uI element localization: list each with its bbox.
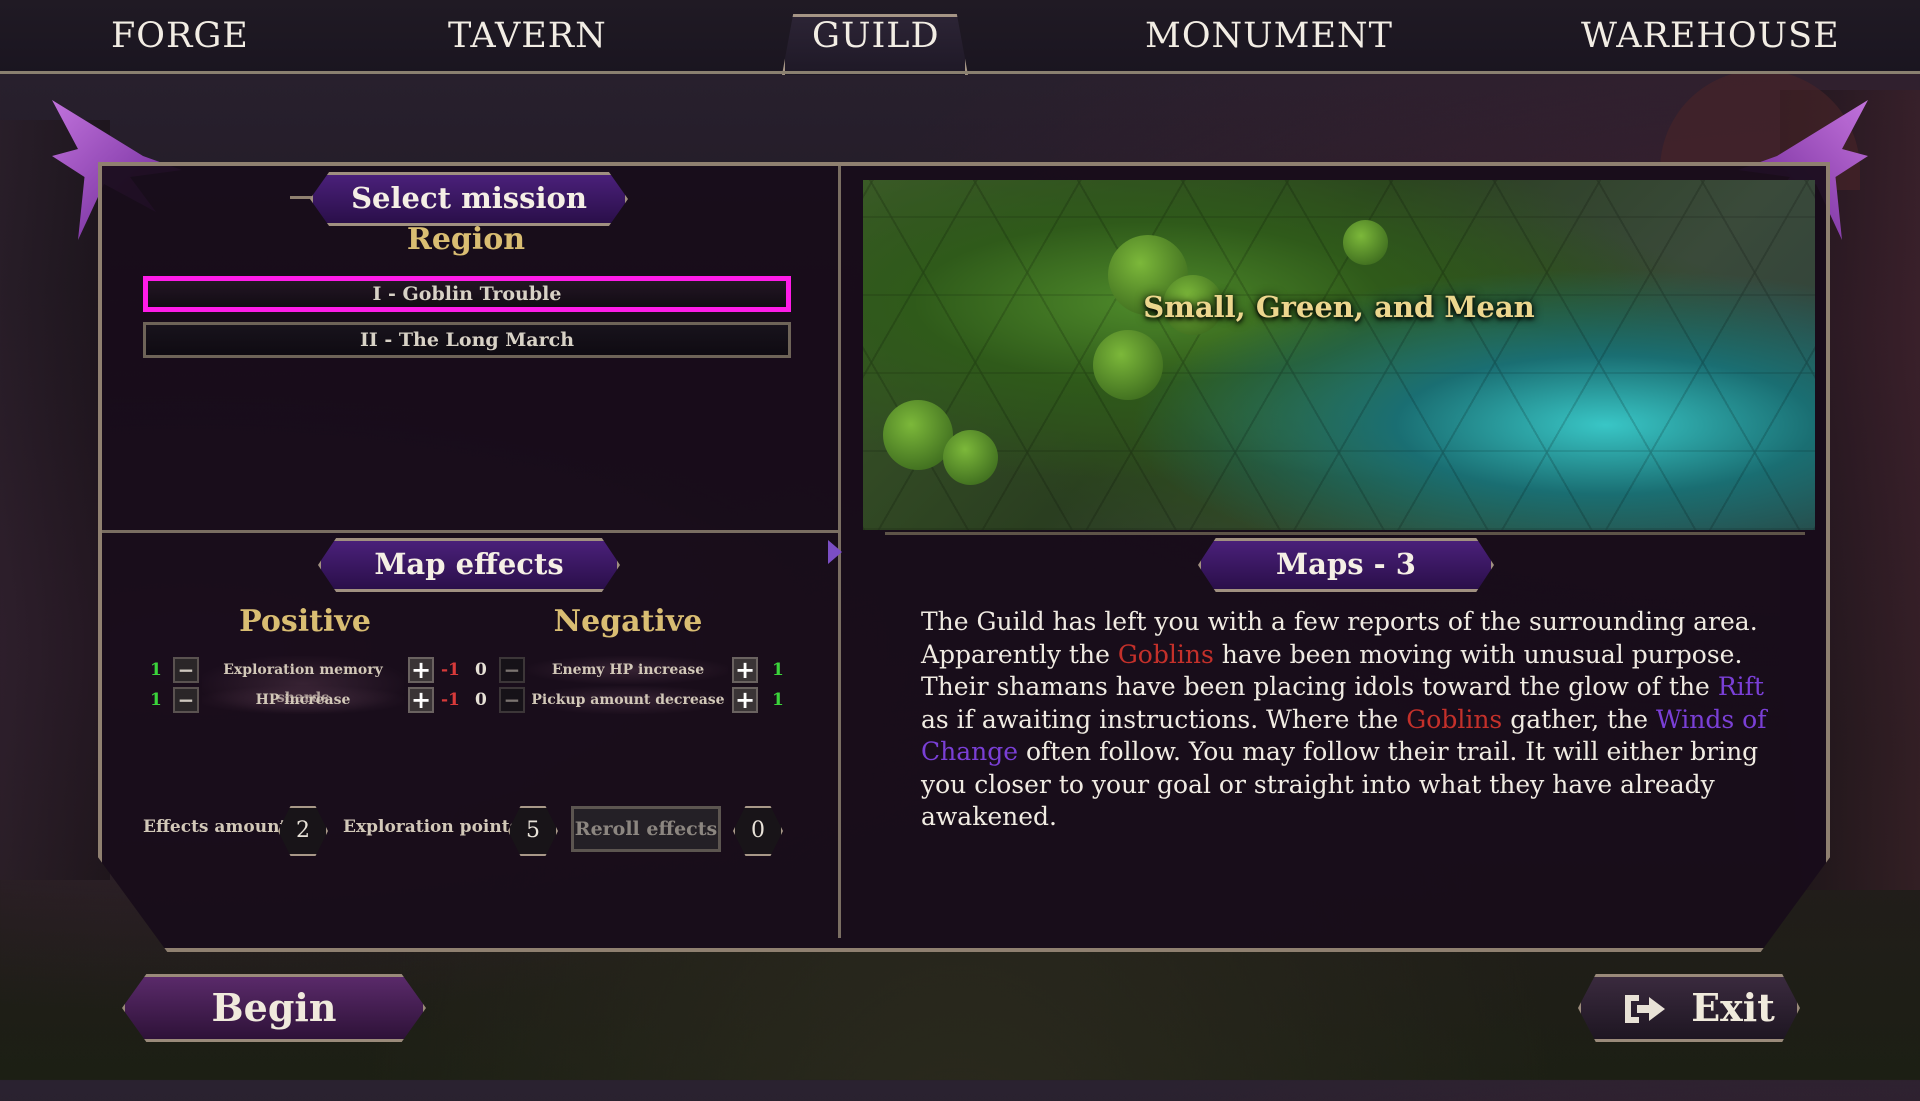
positive-count: 1 <box>150 660 162 680</box>
maps-header: Maps - 3 <box>1198 538 1494 592</box>
mission-goblin-trouble[interactable]: I - Goblin Trouble <box>143 276 791 312</box>
panel-divider-horizontal <box>102 530 838 533</box>
decrease-button[interactable]: − <box>173 687 199 713</box>
effect-modifier: 1 <box>772 690 784 710</box>
decrease-button[interactable]: − <box>499 687 525 713</box>
tab-warehouse[interactable]: WAREHOUSE <box>1581 16 1840 56</box>
map-preview-image: Small, Green, and Mean <box>863 180 1815 530</box>
exit-door-icon <box>1625 995 1665 1023</box>
hex-grid-texture <box>863 180 1815 530</box>
increase-button[interactable]: + <box>408 657 434 683</box>
negative-count: 0 <box>475 660 487 680</box>
tab-guild[interactable]: GUILD <box>812 16 940 56</box>
region-title: Region <box>406 222 526 257</box>
background-castle-left <box>0 120 110 880</box>
description-text: as if awaiting instructions. Where the <box>921 704 1407 734</box>
effect-hp-increase: HP increase <box>202 686 404 714</box>
begin-journey-button[interactable]: Begin Journey <box>122 974 426 1042</box>
keyword-rift: Rift <box>1717 672 1764 701</box>
exploration-points-label: Exploration points <box>343 817 520 837</box>
positive-title: Positive <box>239 604 371 639</box>
effect-modifier: -1 <box>441 690 460 710</box>
keyword-goblins: Goblins <box>1406 704 1503 734</box>
effect-pickup-amount-decrease: Pickup amount decrease <box>528 686 728 714</box>
tree <box>1343 220 1388 265</box>
mission-the-long-march[interactable]: II - The Long March <box>143 322 791 358</box>
reroll-effects-button[interactable]: Reroll effects <box>571 806 721 852</box>
decrease-button[interactable]: − <box>499 657 525 683</box>
exit-button[interactable]: Exit <box>1578 974 1800 1042</box>
tab-monument[interactable]: MONUMENT <box>1145 16 1393 56</box>
effect-modifier: 1 <box>772 660 784 680</box>
exit-label: Exit <box>1691 985 1775 1030</box>
increase-button[interactable]: + <box>408 687 434 713</box>
increase-button[interactable]: + <box>732 657 758 683</box>
top-navigation: FORGE TAVERN GUILD MONUMENT WAREHOUSE <box>0 0 1920 75</box>
description-text: often follow. You may follow their trail… <box>921 737 1759 831</box>
tab-tavern[interactable]: TAVERN <box>448 16 607 56</box>
positive-count: 1 <box>150 690 162 710</box>
keyword-goblins: Goblins <box>1117 639 1214 669</box>
tree <box>1093 330 1163 400</box>
increase-button[interactable]: + <box>732 687 758 713</box>
effects-amount-label: Effects amount <box>143 817 288 837</box>
decrease-button[interactable]: − <box>173 657 199 683</box>
map-effects-header: Map effects <box>318 538 620 592</box>
negative-title: Negative <box>553 604 703 639</box>
mission-description: The Guild has left you with a few report… <box>921 606 1791 834</box>
map-preview-title: Small, Green, and Mean <box>1143 290 1535 324</box>
tree <box>943 430 998 485</box>
select-mission-header: Select mission <box>310 172 628 226</box>
effect-modifier: -1 <box>441 660 460 680</box>
effect-enemy-hp-increase: Enemy HP increase <box>528 656 728 684</box>
panel-arrow-icon <box>828 540 842 564</box>
negative-count: 0 <box>475 690 487 710</box>
description-text: gather, the <box>1502 704 1657 734</box>
nav-underline <box>0 71 1920 74</box>
tab-forge[interactable]: FORGE <box>111 16 249 56</box>
panel-divider-right <box>885 532 1805 535</box>
